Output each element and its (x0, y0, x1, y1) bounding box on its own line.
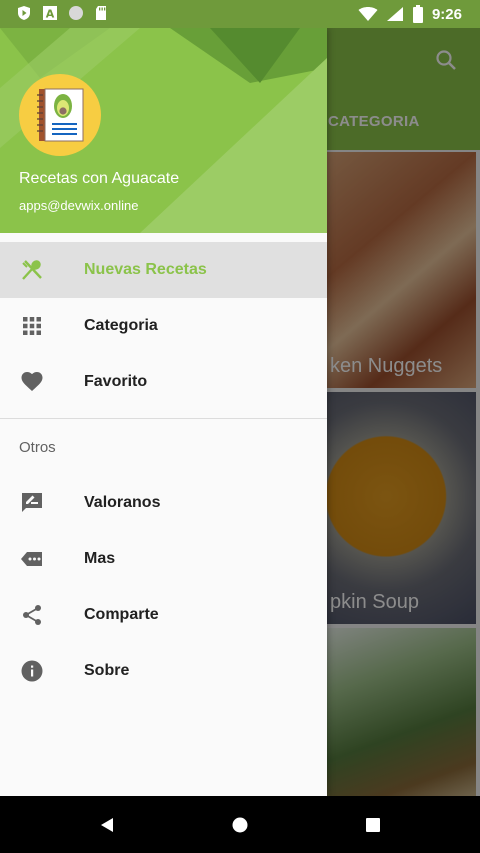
app-avatar (19, 74, 101, 156)
app-name: Recetas con Aguacate (19, 170, 180, 187)
app-email: apps@devwix.online (19, 198, 139, 213)
menu-item-comparte[interactable]: Comparte (0, 587, 327, 643)
home-icon[interactable] (231, 816, 249, 834)
svg-text:A: A (46, 8, 55, 21)
menu-item-mas[interactable]: Mas (0, 531, 327, 587)
navigation-drawer: Recetas con Aguacate apps@devwix.online … (0, 28, 327, 796)
section-header: Otros (0, 419, 327, 475)
wifi-icon (358, 7, 378, 21)
status-time: 9:26 (431, 5, 462, 23)
info-icon (21, 660, 43, 682)
recents-icon[interactable] (365, 816, 381, 834)
share-icon (23, 605, 41, 625)
more-tag-icon (21, 552, 42, 566)
menu-item-favorito[interactable]: Favorito (0, 354, 327, 410)
battery-icon (412, 5, 423, 23)
menu-item-categoria[interactable]: Categoria (0, 298, 327, 354)
drawer-menu: Nuevas Recetas Categoria Favorito Otros (0, 242, 327, 699)
heart-icon (21, 372, 43, 391)
font-a-icon: A (43, 6, 57, 21)
menu-item-label: Categoria (84, 317, 158, 334)
grid-icon (23, 317, 41, 335)
menu-item-label: Favorito (84, 373, 148, 390)
menu-item-label: Mas (84, 550, 116, 567)
menu-item-label: Sobre (84, 662, 130, 679)
system-nav-bar (0, 796, 480, 853)
back-icon[interactable] (98, 816, 116, 834)
avocado-recipe-book-icon (37, 88, 84, 142)
menu-item-valoranos[interactable]: Valoranos (0, 475, 327, 531)
menu-item-nuevas-recetas[interactable]: Nuevas Recetas (0, 242, 327, 298)
rate-review-icon (22, 493, 42, 512)
menu-item-label: Valoranos (84, 494, 161, 511)
menu-item-sobre[interactable]: Sobre (0, 643, 327, 699)
section-title: Otros (19, 439, 56, 456)
drawer-header: Recetas con Aguacate apps@devwix.online (0, 28, 327, 233)
menu-item-label: Nuevas Recetas (84, 261, 207, 278)
shield-icon (18, 6, 30, 20)
signal-icon (386, 7, 403, 21)
fork-spoon-icon (22, 260, 42, 280)
status-bar: A 9:26 (0, 0, 480, 28)
sd-card-icon (96, 6, 106, 20)
circle-icon (69, 6, 83, 20)
menu-item-label: Comparte (84, 606, 159, 623)
